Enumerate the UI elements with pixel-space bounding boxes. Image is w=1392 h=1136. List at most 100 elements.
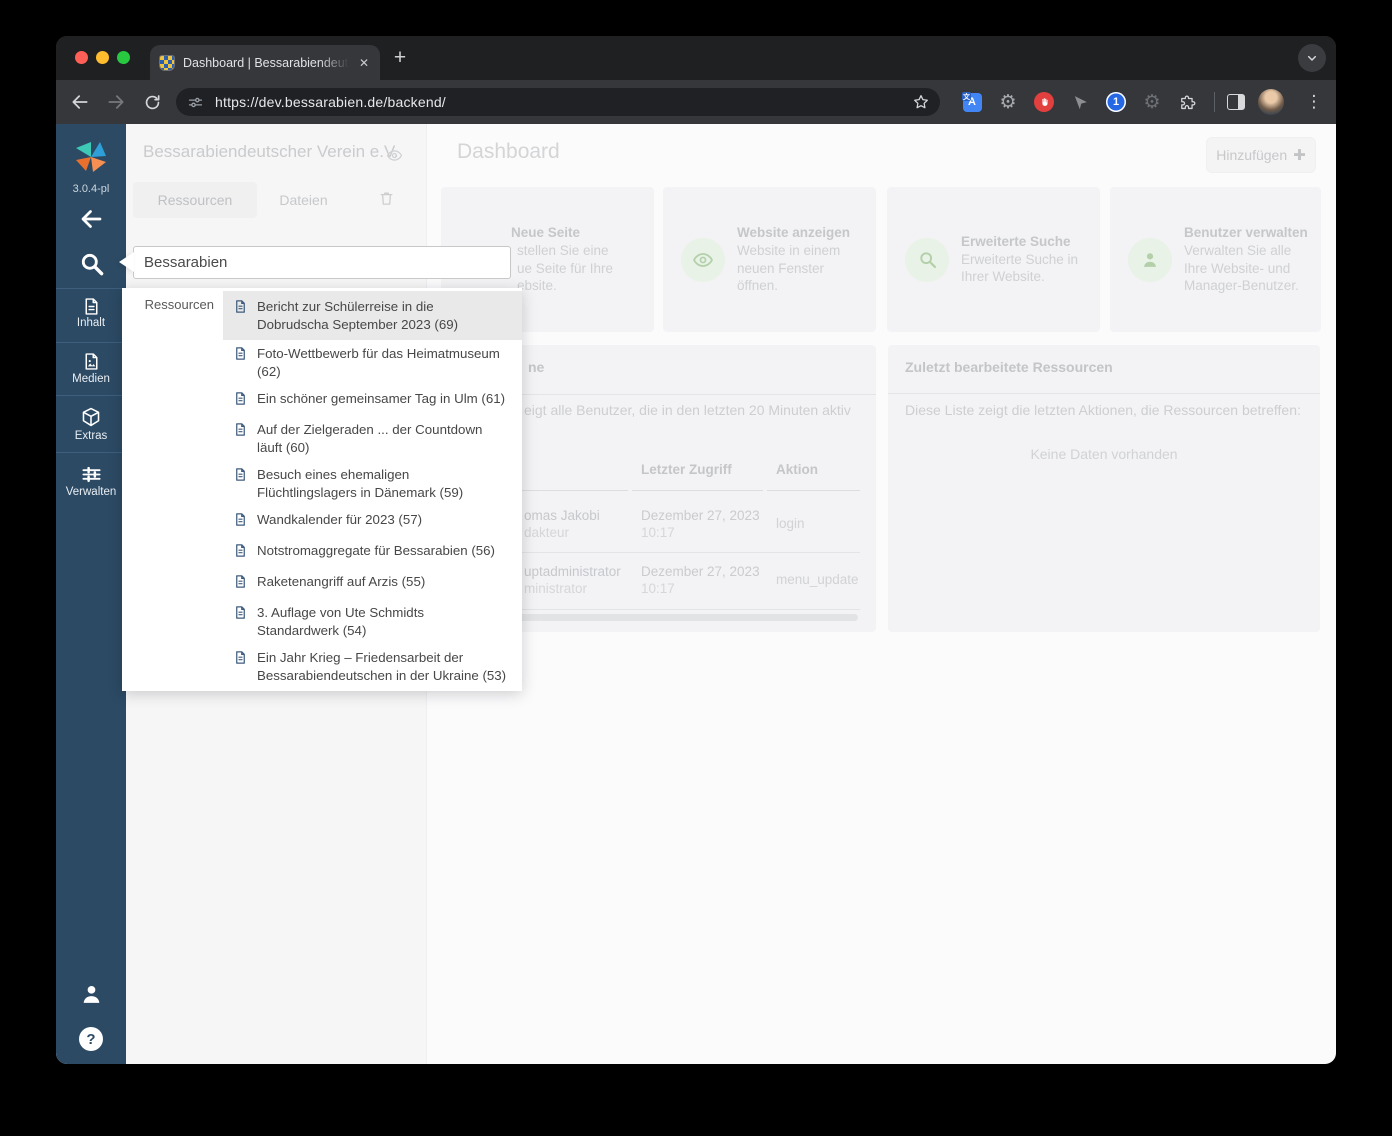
side-panel-button[interactable]: [1224, 90, 1248, 114]
card-body: Erweiterte Suche in Ihrer Website.: [961, 251, 1079, 285]
media-icon: [85, 353, 97, 370]
user-name-fragment: omas Jakobi: [524, 508, 600, 523]
card-erweiterte-suche[interactable]: Erweiterte Suche Erweiterte Suche in Ihr…: [887, 187, 1100, 332]
page-title: Dashboard: [457, 140, 560, 163]
cursor-extension-icon[interactable]: [1068, 90, 1092, 114]
search-result[interactable]: Ein schöner gemeinsamer Tag in Ulm (61): [223, 385, 522, 416]
chevron-down-icon: [1307, 55, 1317, 61]
back-button[interactable]: [68, 90, 92, 114]
bookmark-star-icon[interactable]: [912, 93, 930, 111]
address-bar[interactable]: https://dev.bessarabien.de/backend/: [176, 88, 940, 116]
sidebar-item-label[interactable]: Extras: [56, 430, 126, 442]
search-icon: [81, 253, 103, 276]
search-result[interactable]: Ein Jahr Krieg – Friedensarbeit der Bess…: [223, 644, 522, 689]
last-access-time: 10:17: [641, 525, 675, 540]
version-label: 3.0.4-pl: [72, 183, 110, 195]
search-result[interactable]: Bericht zur Schülerreise in die Dobrudsc…: [223, 291, 522, 340]
cube-icon: [82, 407, 100, 427]
reload-button[interactable]: [140, 90, 164, 114]
sidebar-item-verwalten[interactable]: [56, 463, 126, 486]
document-icon: [233, 299, 249, 319]
user-name-fragment: uptadministrator: [524, 564, 621, 579]
site-info-icon[interactable]: [186, 93, 205, 112]
forward-button[interactable]: [104, 90, 128, 114]
profile-avatar[interactable]: [1258, 89, 1284, 115]
back-arrow-icon: [81, 210, 102, 228]
inactive-extension-icon[interactable]: ⚙: [1140, 90, 1164, 114]
admin-sidebar: 3.0.4-pl Inhalt Medien Extras Verwalten …: [56, 124, 126, 1064]
search-input[interactable]: [133, 246, 511, 279]
user-icon: [83, 985, 99, 1003]
sliders-icon: [81, 466, 101, 483]
panel-title: Zuletzt bearbeitete Ressourcen: [905, 359, 1113, 375]
document-icon: [233, 346, 249, 366]
column-header: Letzter Zugriff: [641, 462, 732, 477]
last-access-time: 10:17: [641, 581, 675, 596]
card-title: Erweiterte Suche: [961, 233, 1071, 249]
new-tab-button[interactable]: +: [388, 46, 412, 70]
browser-toolbar: https://dev.bessarabien.de/backend/ A文 ⚙…: [56, 80, 1336, 124]
sidebar-item-label[interactable]: Medien: [56, 373, 126, 385]
preview-eye-icon[interactable]: [386, 147, 403, 169]
card-body-fragment: stellen Sie eine: [517, 242, 609, 258]
document-icon: [233, 605, 249, 625]
search-result[interactable]: Wandkalender für 2023 (57): [223, 506, 522, 537]
search-result[interactable]: Besuch eines ehemaligen Flüchtlingslager…: [223, 461, 522, 506]
site-title: Bessarabiendeutscher Verein e.V.: [143, 142, 399, 161]
account-button[interactable]: [56, 982, 126, 1007]
search-result[interactable]: Auf der Zielgeraden ... der Countdown lä…: [223, 416, 522, 461]
minimize-window-button[interactable]: [96, 51, 109, 64]
search-result[interactable]: Notstromaggregate für Bessarabien (56): [223, 537, 522, 568]
user-icon: [1128, 237, 1172, 282]
help-button[interactable]: ?: [56, 1027, 126, 1051]
sidebar-item-label[interactable]: Verwalten: [56, 486, 126, 498]
tab-close-icon[interactable]: ✕: [357, 55, 371, 71]
card-body-fragment: ue Seite für Ihre: [517, 260, 614, 276]
eye-icon: [681, 237, 725, 282]
tab-dateien[interactable]: Dateien: [257, 182, 350, 218]
translate-extension-icon[interactable]: A文: [960, 90, 984, 114]
app-logo-icon[interactable]: [73, 139, 109, 175]
sidebar-item-extras[interactable]: [56, 406, 126, 428]
card-body: Verwalten Sie alle Ihre Website- und Man…: [1184, 242, 1299, 294]
trash-icon[interactable]: [378, 190, 395, 212]
card-title: Benutzer verwalten: [1184, 224, 1308, 240]
card-body-fragment: ebsite.: [517, 278, 557, 294]
empty-state-text: Keine Daten vorhanden: [1030, 446, 1178, 462]
question-icon: ?: [79, 1027, 103, 1051]
browser-menu-button[interactable]: ⋮: [1302, 90, 1326, 114]
document-icon: [233, 543, 249, 563]
search-group-label: Ressourcen: [144, 297, 214, 312]
document-icon: [233, 512, 249, 532]
browser-tab[interactable]: Dashboard | Bessarabiendeut ✕: [150, 45, 380, 80]
tab-ressourcen[interactable]: Ressourcen: [133, 182, 257, 218]
adblock-extension-icon[interactable]: [1032, 90, 1056, 114]
sidebar-item-label[interactable]: Inhalt: [56, 317, 126, 329]
site-favicon-icon: [159, 54, 175, 71]
card-website-anzeigen[interactable]: Website anzeigen Website in einem neuen …: [663, 187, 876, 332]
document-icon: [233, 467, 249, 487]
search-results-list: Bericht zur Schülerreise in die Dobrudsc…: [223, 288, 522, 691]
search-result[interactable]: Raketenangriff auf Arzis (55): [223, 568, 522, 599]
sidebar-item-medien[interactable]: [56, 351, 126, 372]
settings-extension-icon[interactable]: ⚙: [996, 90, 1020, 114]
tab-title: Dashboard | Bessarabiendeut: [183, 55, 349, 70]
recent-resources-panel: Zuletzt bearbeitete Ressourcen Diese Lis…: [888, 345, 1320, 632]
tab-search-button[interactable]: [1298, 44, 1326, 72]
collapse-back-button[interactable]: [56, 207, 126, 231]
onepassword-extension-icon[interactable]: 1: [1104, 90, 1128, 114]
search-result[interactable]: Foto-Wettbewerb für das Heimatmuseum (62…: [223, 340, 522, 385]
close-window-button[interactable]: [75, 51, 88, 64]
sidebar-item-inhalt[interactable]: [56, 296, 126, 317]
card-title: Neue Seite: [511, 225, 581, 240]
url-text[interactable]: https://dev.bessarabien.de/backend/: [215, 94, 446, 110]
sidebar-search-button[interactable]: [56, 250, 126, 277]
extensions-puzzle-icon[interactable]: [1176, 90, 1200, 114]
search-result[interactable]: 3. Auflage von Ute Schmidts Standardwerk…: [223, 599, 522, 644]
card-body: Website in einem neuen Fenster öffnen.: [737, 242, 841, 294]
add-button[interactable]: Hinzufügen ✚: [1206, 137, 1316, 173]
zoom-window-button[interactable]: [117, 51, 130, 64]
card-benutzer-verwalten[interactable]: Benutzer verwalten Verwalten Sie alle Ih…: [1110, 187, 1321, 332]
document-icon: [233, 574, 249, 594]
page-content: 3.0.4-pl Inhalt Medien Extras Verwalten …: [56, 124, 1336, 1064]
